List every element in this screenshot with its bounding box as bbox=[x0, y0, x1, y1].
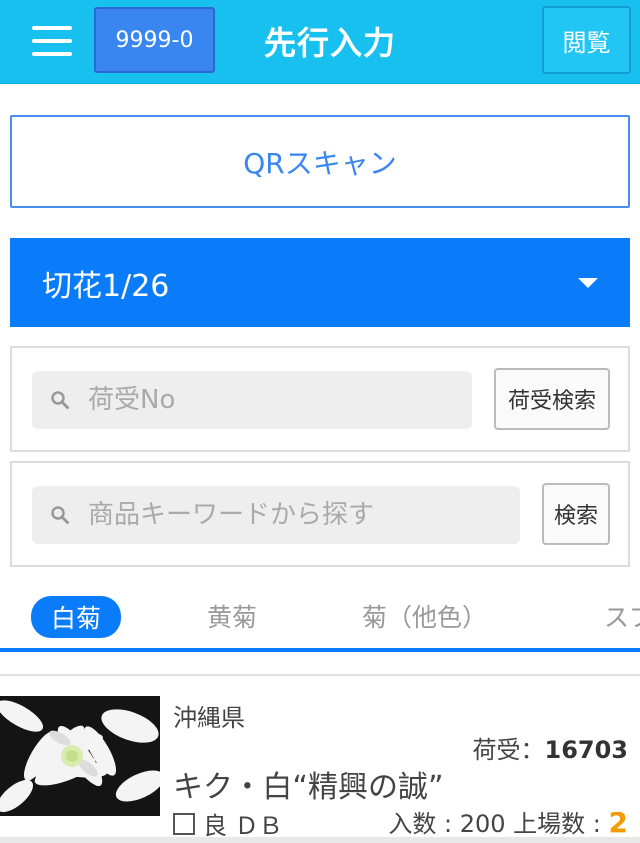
search-icon bbox=[50, 390, 70, 410]
product-card[interactable]: 沖縄県 荷受：16703 キク・白“精興の誠” 良 ＤＢ 入数 : 200 上場… bbox=[0, 674, 640, 843]
receipt-label: 荷受： bbox=[472, 736, 545, 764]
quantity-info: 入数 : 200 上場数 : 2 bbox=[388, 804, 628, 839]
chevron-down-icon bbox=[578, 278, 598, 288]
receipt-search-panel: 荷受検索 bbox=[10, 346, 630, 452]
receipt-search-box bbox=[32, 371, 472, 429]
receipt-number: 16703 bbox=[544, 736, 629, 764]
browse-button[interactable]: 閲覧 bbox=[542, 6, 631, 74]
quantity-label: 入数 : 200 上場数 : bbox=[388, 810, 609, 838]
keyword-search-panel: 検索 bbox=[10, 461, 630, 567]
page-title: 先行入力 bbox=[263, 24, 396, 62]
tab-white-chrysanthemum[interactable]: 白菊 bbox=[31, 596, 122, 638]
product-grade: 良 ＤＢ bbox=[173, 806, 283, 841]
tab-yellow-chrysanthemum[interactable]: 黄菊 bbox=[207, 598, 257, 634]
listed-count: 2 bbox=[608, 806, 628, 839]
keyword-input[interactable] bbox=[88, 500, 448, 530]
search-icon bbox=[50, 505, 70, 525]
category-selected-label: 切花1/26 bbox=[42, 268, 170, 304]
grade-label: 良 ＤＢ bbox=[203, 812, 283, 840]
select-checkbox[interactable] bbox=[173, 812, 195, 835]
qr-scan-button[interactable]: QRスキャン bbox=[10, 115, 630, 208]
product-origin: 沖縄県 bbox=[173, 704, 245, 732]
list-divider bbox=[0, 837, 640, 843]
receipt-search-button[interactable]: 荷受検索 bbox=[494, 368, 610, 430]
tab-spray[interactable]: スプ bbox=[604, 598, 640, 634]
keyword-search-button[interactable]: 検索 bbox=[542, 483, 610, 545]
app-header: 9999-0 先行入力 閲覧 bbox=[0, 0, 640, 84]
receipt-info: 荷受：16703 bbox=[473, 730, 629, 765]
keyword-search-box bbox=[32, 486, 520, 544]
category-tabs: 白菊 黄菊 菊（他色） スプ bbox=[0, 590, 640, 650]
tab-underline bbox=[0, 648, 640, 652]
tab-chrysanthemum-other[interactable]: 菊（他色） bbox=[362, 598, 487, 634]
product-image bbox=[0, 696, 160, 816]
user-code-button[interactable]: 9999-0 bbox=[94, 7, 215, 73]
receipt-no-input[interactable] bbox=[88, 385, 448, 415]
hamburger-menu-icon[interactable] bbox=[30, 22, 74, 60]
product-name: キク・白“精興の誠” bbox=[173, 770, 444, 805]
category-dropdown[interactable]: 切花1/26 bbox=[10, 238, 630, 327]
